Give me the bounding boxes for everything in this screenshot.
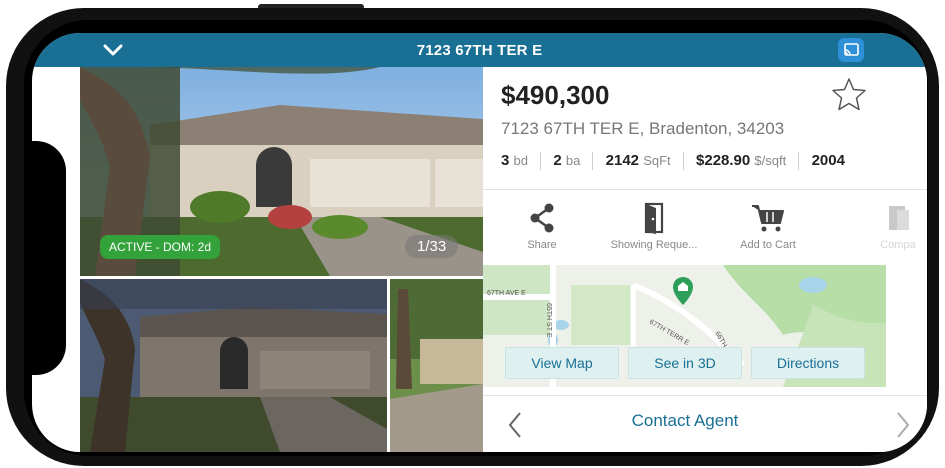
view-map-button[interactable]: View Map — [505, 347, 619, 379]
share-label: Share — [527, 239, 557, 251]
status-badge: ACTIVE - DOM: 2d — [100, 235, 221, 259]
listing-info-panel: $490,300 7123 67TH TER E, Bradenton, 342… — [483, 67, 927, 452]
star-icon[interactable] — [831, 77, 867, 111]
main-photo[interactable]: ACTIVE - DOM: 2d 1/33 — [80, 67, 483, 276]
compare-icon — [889, 206, 909, 230]
door-icon — [644, 202, 664, 234]
add-to-cart-button[interactable]: Add to Cart — [713, 201, 823, 251]
divider — [682, 152, 684, 171]
beds-value: 3 — [501, 152, 510, 169]
map-street-label: 67TH AVE E — [487, 290, 526, 297]
divider — [483, 189, 927, 190]
contact-agent-button[interactable]: Contact Agent — [483, 411, 887, 431]
photo-thumbnail[interactable] — [80, 279, 387, 452]
top-bar: 7123 67TH TER E — [32, 33, 927, 67]
photo-thumbnail[interactable] — [390, 279, 483, 452]
price-per-sqft-value: $228.90 — [696, 152, 751, 169]
sqft-value: 2142 — [605, 152, 640, 169]
listing-price: $490,300 — [501, 80, 610, 110]
divider — [798, 152, 800, 171]
cast-button[interactable] — [838, 38, 864, 62]
year-built-value: 2004 — [811, 152, 845, 169]
divider — [592, 152, 594, 171]
phone-frame: 7123 67TH TER E ACTIVE - DOM: 2d 1/33 $4… — [0, 0, 945, 468]
listing-address: 7123 67TH TER E, Bradenton, 34203 — [501, 119, 785, 138]
divider — [540, 152, 542, 171]
share-icon — [530, 203, 554, 233]
cast-icon — [844, 43, 859, 56]
baths-unit: ba — [565, 153, 581, 168]
bottom-bar: Contact Agent — [483, 397, 927, 452]
chevron-right-icon[interactable] — [895, 411, 911, 439]
share-button[interactable]: Share — [487, 201, 597, 251]
price-per-sqft-unit: $/sqft — [754, 153, 787, 168]
sqft-unit: SqFt — [643, 153, 671, 168]
compare-button[interactable]: Compa — [843, 201, 927, 251]
beds-unit: bd — [513, 153, 528, 168]
action-bar: Share Showing Reque... Add to Cart Compa — [483, 197, 927, 263]
listing-stats: 3 bd 2 ba 2142 SqFt $228.90 $/sqft 2004 — [501, 152, 845, 176]
photo-counter: 1/33 — [405, 235, 459, 258]
cart-icon — [752, 205, 784, 232]
page-title: 7123 67TH TER E — [416, 42, 543, 59]
showing-request-button[interactable]: Showing Reque... — [599, 201, 709, 251]
photo-gallery: ACTIVE - DOM: 2d 1/33 — [80, 67, 483, 452]
app-screen: 7123 67TH TER E ACTIVE - DOM: 2d 1/33 $4… — [32, 33, 927, 452]
showing-request-label: Showing Reque... — [610, 239, 698, 251]
baths-value: 2 — [553, 152, 562, 169]
see-in-3d-button[interactable]: See in 3D — [628, 347, 742, 379]
map-street-label: 65TH ST E — [545, 303, 552, 338]
add-to-cart-label: Add to Cart — [740, 239, 796, 251]
camera-notch — [32, 141, 66, 375]
directions-button[interactable]: Directions — [751, 347, 865, 379]
map-preview[interactable]: 67TH AVE E 65TH ST E 67TH TERR E 66TH ST… — [483, 265, 886, 387]
compare-label: Compa — [880, 239, 916, 251]
divider — [483, 395, 927, 396]
